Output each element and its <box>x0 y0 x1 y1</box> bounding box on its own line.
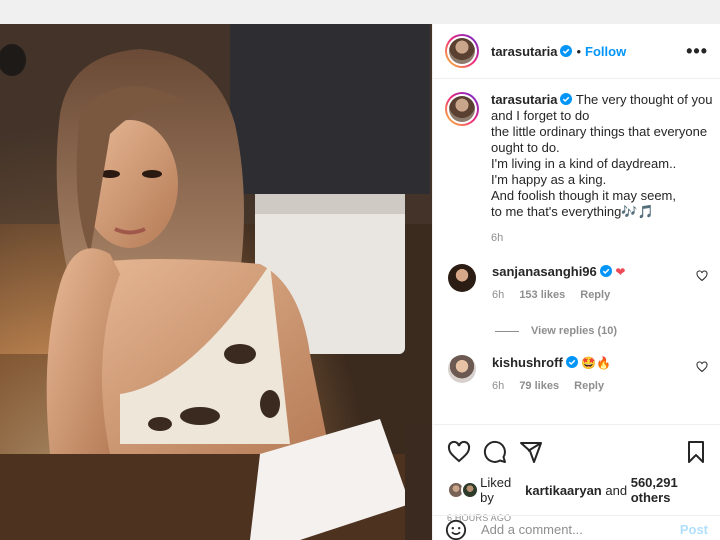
post-header: tarasutaria • Follow ••• <box>433 24 720 79</box>
caption-avatar[interactable] <box>445 92 479 126</box>
comment-text: 🤩🔥 <box>581 356 612 370</box>
comment-username[interactable]: sanjanasanghi96 <box>492 264 597 279</box>
caption-line: I'm happy as a king. <box>491 172 607 187</box>
view-replies-label: View replies (10) <box>531 325 618 337</box>
comments-list[interactable]: tarasutaria The very thought of you and … <box>433 80 720 423</box>
view-replies-button[interactable]: View replies (10) <box>495 325 708 337</box>
replies-divider-line <box>495 330 519 332</box>
liker-avatars <box>447 481 479 499</box>
comment-item: kishushroff 🤩🔥 6h 79 likes Reply <box>445 355 708 392</box>
comment-likes[interactable]: 79 likes <box>519 380 559 392</box>
commenter-avatar[interactable] <box>448 264 476 292</box>
liked-by-and: and <box>605 482 628 498</box>
comment-username[interactable]: kishushroff <box>492 355 563 370</box>
caption-line: ought to do. <box>491 140 560 155</box>
comment-meta: 6h 153 likes Reply <box>492 289 708 301</box>
caption-meta: 6h <box>491 230 712 246</box>
likes-summary: Liked by kartikaaryan and 560,291 others <box>447 475 708 505</box>
post-side-panel: tarasutaria • Follow ••• tarasutaria The… <box>432 24 720 540</box>
liked-by-label: Liked by <box>480 475 512 505</box>
verified-badge-icon <box>565 356 578 368</box>
comment-meta: 6h 79 likes Reply <box>492 380 708 392</box>
emoji-icon[interactable] <box>445 519 467 540</box>
add-comment-bar: Post <box>433 515 720 540</box>
post-actions: Liked by kartikaaryan and 560,291 others… <box>433 424 720 523</box>
photo-illustration <box>0 24 432 540</box>
post-comment-button[interactable]: Post <box>680 522 708 537</box>
more-options-button[interactable]: ••• <box>686 42 708 60</box>
comment-likes[interactable]: 153 likes <box>519 289 565 301</box>
follow-button[interactable]: Follow <box>585 44 626 59</box>
comment-body: kishushroff 🤩🔥 6h 79 likes Reply <box>492 355 708 392</box>
separator-dot: • <box>576 43 582 59</box>
caption-line: And foolish though it may seem, <box>491 188 676 203</box>
caption-line: to me that's everything🎶🎵 <box>491 204 654 219</box>
heart-icon[interactable] <box>447 440 471 464</box>
liked-by-user[interactable]: kartikaaryan <box>525 483 602 498</box>
bookmark-icon[interactable] <box>684 440 708 464</box>
caption: tarasutaria The very thought of you and … <box>445 92 712 246</box>
instagram-post: tarasutaria • Follow ••• tarasutaria The… <box>0 24 720 540</box>
liked-by-others[interactable]: 560,291 others <box>631 475 708 505</box>
caption-line: The very thought of you <box>575 92 713 107</box>
verified-badge-icon <box>560 93 573 105</box>
reply-button[interactable]: Reply <box>574 380 604 392</box>
action-icons <box>447 437 708 467</box>
comment-input[interactable] <box>481 522 680 537</box>
comment-time: 6h <box>492 289 505 301</box>
verified-badge-icon <box>599 265 612 277</box>
commenter-avatar[interactable] <box>448 355 476 383</box>
caption-body: tarasutaria The very thought of you and … <box>491 92 712 246</box>
comment-like-heart-icon[interactable] <box>696 361 708 373</box>
caption-line: and I forget to do <box>491 108 590 123</box>
comment-icon[interactable] <box>483 440 507 464</box>
comment-text: ❤ <box>615 265 626 279</box>
author-username[interactable]: tarasutaria <box>491 44 557 59</box>
caption-line: I'm living in a kind of daydream.. <box>491 156 677 171</box>
author-avatar[interactable] <box>445 34 479 68</box>
post-photo[interactable] <box>0 24 432 540</box>
comment-like-heart-icon[interactable] <box>696 270 708 282</box>
comment-time: 6h <box>492 380 505 392</box>
comment-body: sanjanasanghi96 ❤ 6h 153 likes Reply <box>492 264 708 301</box>
verified-badge-icon <box>560 45 573 57</box>
caption-username[interactable]: tarasutaria <box>491 92 557 107</box>
share-icon[interactable] <box>519 440 543 464</box>
reply-button[interactable]: Reply <box>580 289 610 301</box>
caption-line: the little ordinary things that everyone <box>491 124 708 139</box>
comment-item: sanjanasanghi96 ❤ 6h 153 likes Reply <box>445 264 708 301</box>
caption-time: 6h <box>491 232 504 244</box>
